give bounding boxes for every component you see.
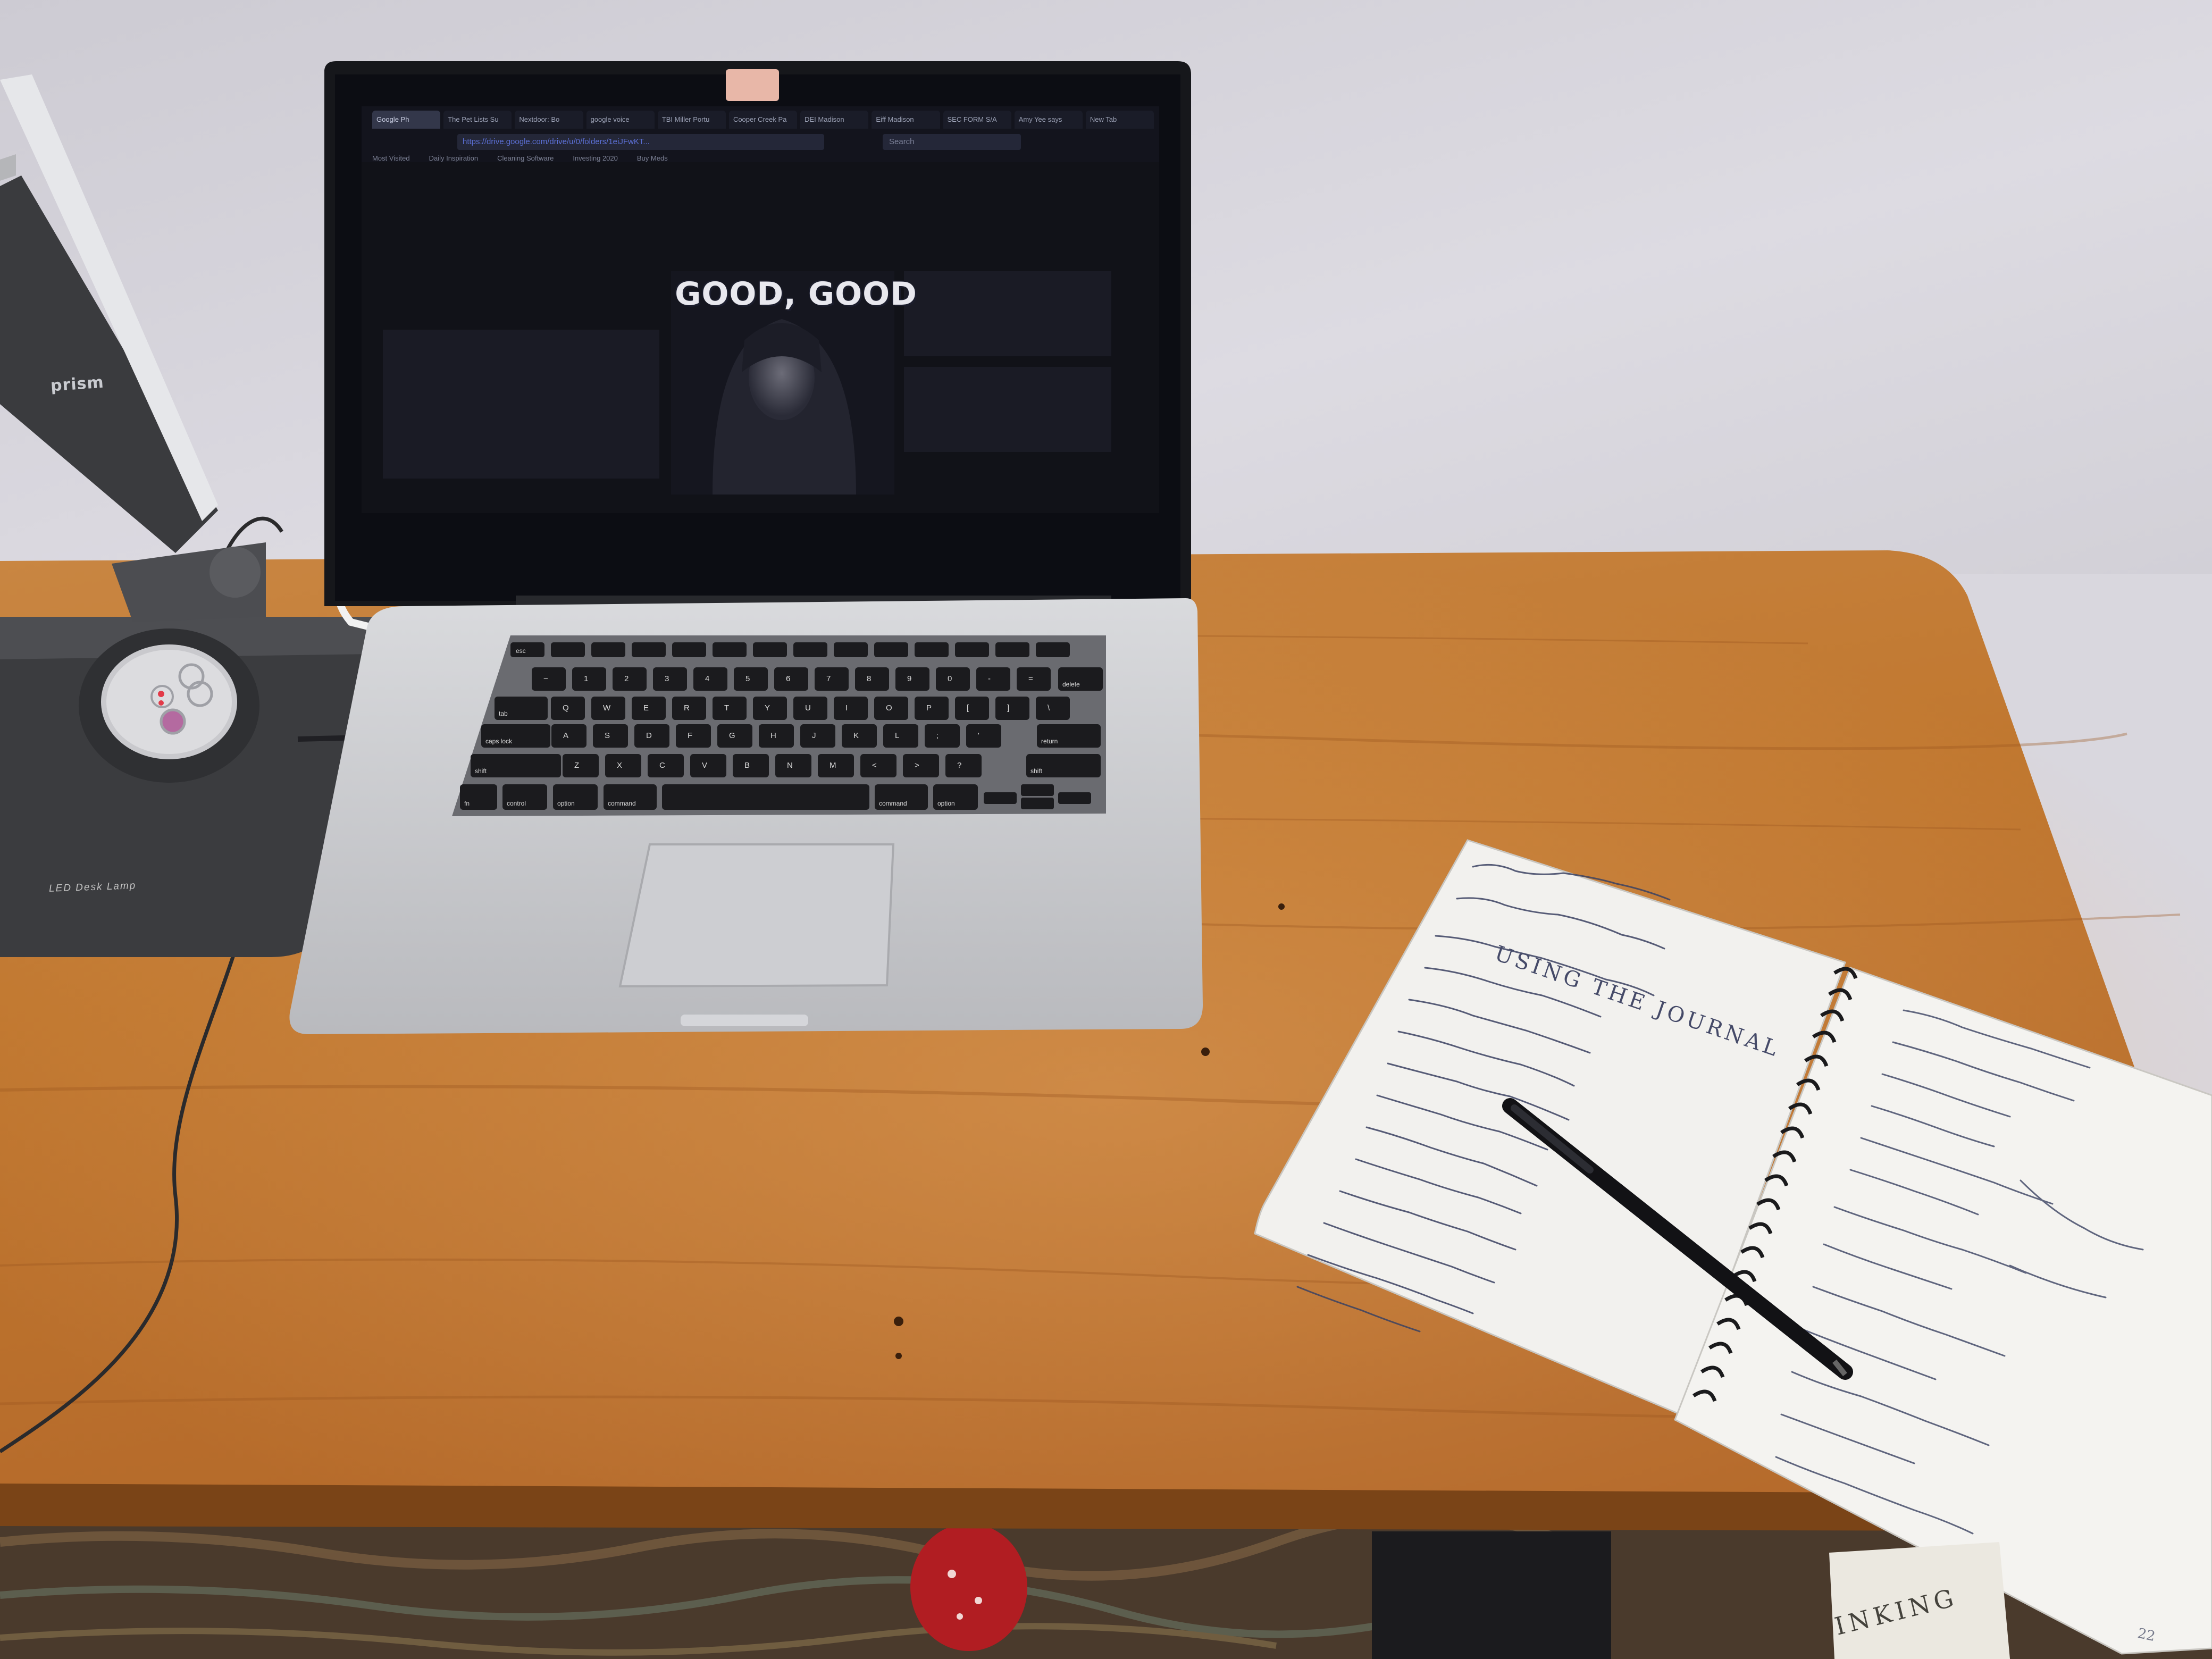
journal-page-number: 22: [2136, 1625, 2157, 1645]
notebook-group: [1254, 839, 2212, 1659]
